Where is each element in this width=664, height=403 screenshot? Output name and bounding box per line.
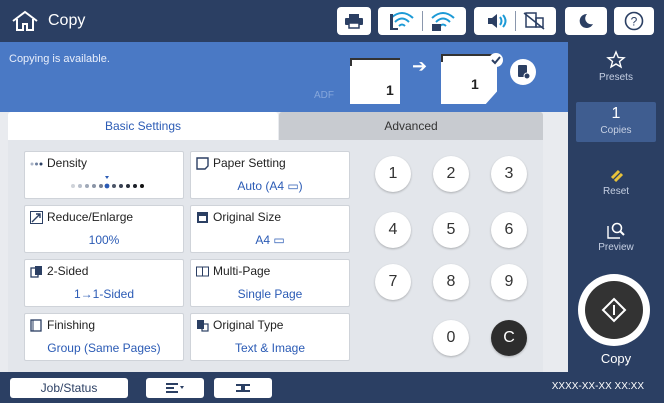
original-size-icon [197, 212, 208, 223]
finishing-tile[interactable]: Finishing Group (Same Pages) [24, 313, 184, 361]
toolbar-divider [514, 11, 516, 31]
reduce-enlarge-tile[interactable]: Reduce/Enlarge 100% [24, 205, 184, 253]
copy-start-inner [585, 281, 643, 339]
star-icon [606, 50, 626, 69]
reduce-enlarge-icon [30, 211, 43, 224]
original-page-icon: 1 [350, 58, 400, 104]
paper-setting-value: Auto (A4 ▭) [237, 179, 303, 193]
paper-setting-tile[interactable]: Paper Setting Auto (A4 ▭) [190, 151, 350, 199]
reduce-enlarge-value: 100% [88, 233, 120, 247]
output-count: 1 [471, 76, 479, 92]
multi-page-icon [196, 266, 209, 277]
sleep-icon [579, 13, 593, 28]
density-tile[interactable]: Density [24, 151, 184, 199]
checkmark-icon [489, 53, 503, 67]
keypad-key-3[interactable]: 3 [491, 156, 527, 192]
status-message: Copying is available. [9, 53, 110, 65]
reset-label: Reset [602, 186, 630, 197]
keypad-key-0[interactable]: 0 [433, 320, 469, 356]
two-sided-label: 2-Sided [47, 264, 89, 278]
original-size-value: A4 ▭ [255, 233, 285, 247]
paper-setting-label: Paper Setting [213, 156, 286, 170]
sleep-button[interactable] [565, 7, 607, 35]
printer-icon [345, 14, 363, 29]
two-sided-tile[interactable]: 2-Sided 1→1-Sided [24, 259, 184, 307]
job-options-icon [236, 384, 250, 392]
original-type-value: Text & Image [234, 341, 306, 355]
copies-label: Copies [600, 125, 632, 136]
settings-panel: Density Paper Setting Auto (A4 ▭) Reduce… [8, 140, 543, 372]
svg-text:?: ? [631, 15, 638, 29]
finishing-value: Group (Same Pages) [47, 341, 161, 355]
wifi-icon [389, 12, 414, 30]
tab-basic-settings[interactable]: Basic Settings [8, 112, 278, 140]
presets-button[interactable]: Presets [568, 50, 664, 83]
keypad-clear-button[interactable]: C [491, 320, 527, 356]
home-button[interactable]: Copy [10, 6, 85, 36]
toolbar-divider [421, 11, 423, 31]
home-icon [12, 10, 38, 31]
datetime-display: XXXX-XX-XX XX:XX [551, 381, 644, 392]
copy-label: Copy [600, 351, 632, 366]
two-sided-icon [30, 266, 42, 278]
preview-button[interactable]: Preview [568, 220, 664, 253]
keypad-key-4[interactable]: 4 [375, 212, 411, 248]
job-list-icon [166, 383, 184, 393]
original-type-icon [197, 320, 209, 332]
wifi-direct-icon [430, 12, 455, 31]
start-icon [601, 297, 627, 323]
original-type-label: Original Type [213, 318, 284, 332]
original-count: 1 [386, 82, 394, 98]
status-area: Copying is available. ADF 1 ➔ 1 [0, 42, 568, 112]
help-button[interactable]: ? [614, 7, 654, 35]
density-slider-icon [71, 176, 144, 189]
printer-status-button[interactable] [337, 7, 371, 35]
presets-label: Presets [599, 72, 633, 83]
document-icon [518, 65, 530, 80]
multi-page-value: Single Page [237, 287, 303, 301]
density-icon [30, 162, 43, 166]
reduce-enlarge-label: Reduce/Enlarge [47, 210, 134, 224]
copies-field[interactable]: 1 Copies [576, 102, 656, 142]
arrow-right-icon: ➔ [412, 56, 428, 76]
paper-icon [196, 157, 209, 170]
multi-page-tile[interactable]: Multi-Page Single Page [190, 259, 350, 307]
fax-off-icon [523, 12, 544, 30]
copies-count: 1 [611, 105, 621, 122]
page-title: Copy [48, 12, 86, 29]
finishing-label: Finishing [47, 318, 96, 332]
density-label: Density [47, 156, 88, 170]
sound-fax-button[interactable] [474, 7, 556, 35]
keypad-key-9[interactable]: 9 [491, 264, 527, 300]
help-icon: ? [624, 11, 644, 31]
original-size-label: Original Size [213, 210, 282, 224]
preview-label: Preview [598, 242, 634, 253]
keypad-key-6[interactable]: 6 [491, 212, 527, 248]
keypad-key-2[interactable]: 2 [433, 156, 469, 192]
multi-page-label: Multi-Page [213, 264, 271, 278]
original-size-tile[interactable]: Original Size A4 ▭ [190, 205, 350, 253]
reset-button[interactable]: Reset [568, 164, 664, 197]
keypad-key-5[interactable]: 5 [433, 212, 469, 248]
adf-label: ADF [314, 90, 334, 101]
tab-advanced[interactable]: Advanced [279, 112, 543, 140]
keypad-key-1[interactable]: 1 [375, 156, 411, 192]
job-status-button[interactable]: Job/Status [10, 378, 128, 398]
preview-icon [607, 222, 625, 239]
bottom-bar: Job/Status XXXX-XX-XX XX:XX [0, 372, 664, 403]
copy-start-button[interactable] [578, 274, 650, 346]
reset-icon [610, 169, 624, 183]
original-type-tile[interactable]: Original Type Text & Image [190, 313, 350, 361]
job-options-button[interactable] [214, 378, 272, 398]
two-sided-value: 1→1-Sided [73, 287, 135, 301]
side-panel: Presets 1 Copies Reset Preview Copy [568, 42, 664, 372]
job-list-button[interactable] [146, 378, 204, 398]
finishing-icon [30, 319, 42, 332]
keypad-key-7[interactable]: 7 [375, 264, 411, 300]
document-settings-button[interactable] [510, 59, 536, 85]
keypad-key-8[interactable]: 8 [433, 264, 469, 300]
volume-icon [487, 14, 506, 28]
network-status-button[interactable] [378, 7, 466, 35]
top-bar: Copy ? [0, 0, 664, 42]
